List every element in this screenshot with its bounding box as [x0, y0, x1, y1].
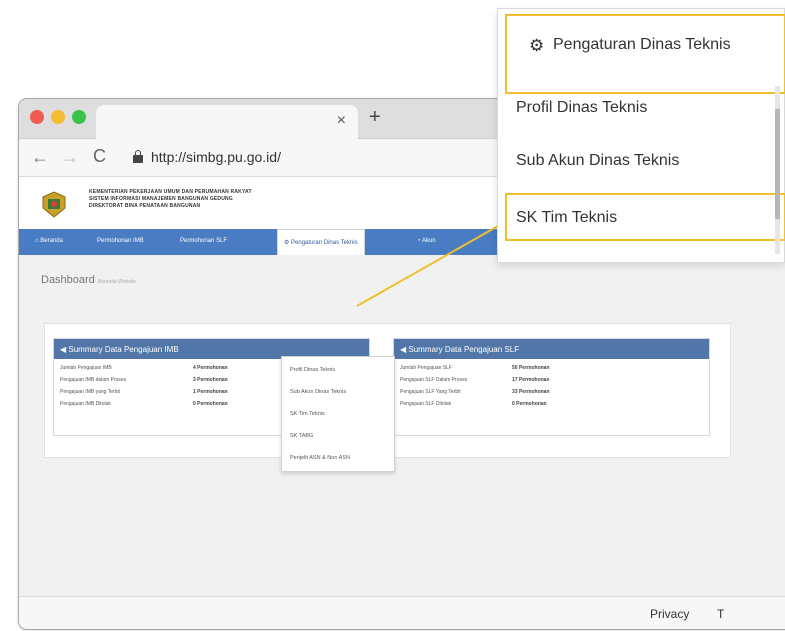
page-title-text: Dashboard	[41, 274, 95, 286]
menu-permohonan-slf[interactable]: Permohonan SLF	[180, 238, 227, 244]
summary-panel-slf-title-text: Summary Data Pengajuan SLF	[408, 345, 520, 354]
summary-panel-slf-title: ◀ Summary Data Pengajuan SLF	[394, 339, 709, 359]
row-label: Pengajuan SLF Dalam Proses	[400, 377, 468, 383]
row-label: Pengajuan IMB yang Terbit	[60, 389, 120, 395]
reload-icon[interactable]: C	[93, 147, 106, 165]
dropdown-item-profil-dinas-teknis[interactable]: Profil Dinas Teknis	[290, 367, 335, 373]
callout-menu-header[interactable]: ⚙ Pengaturan Dinas Teknis	[505, 14, 785, 94]
menu-permohonan-imb[interactable]: Permohonan IMB	[97, 238, 144, 244]
new-tab-button[interactable]: +	[369, 107, 381, 127]
pengaturan-dropdown-menu: Profil Dinas Teknis Sub Akun Dinas Tekni…	[281, 356, 395, 472]
header-line-2: SISTEM INFORMASI MANAJEMEN BANGUNAN GEDU…	[89, 196, 233, 202]
callout-scrollbar-thumb[interactable]	[775, 109, 780, 219]
table-row: Jumlah Pengajuan SLF 50 Permohonan	[400, 365, 700, 375]
callout-item-sk-tim-teknis[interactable]: SK Tim Teknis	[505, 193, 785, 241]
address-bar[interactable]: http://simbg.pu.go.id/	[151, 149, 281, 165]
dropdown-item-penjelit-asn[interactable]: Penjelit ASN & Non ASN	[290, 455, 350, 461]
row-value: 3 Permohonan	[193, 377, 228, 383]
row-value: 1 Permohonan	[193, 389, 228, 395]
row-value: 0 Permohonan	[512, 401, 547, 407]
minimize-window-button[interactable]	[51, 110, 65, 124]
site-header-text: KEMENTERIAN PEKERJAAN UMUM DAN PERUMAHAN…	[89, 189, 252, 210]
summary-panel-imb-title-text: Summary Data Pengajuan IMB	[68, 345, 179, 354]
zoomed-menu-callout: ⚙ Pengaturan Dinas Teknis Profil Dinas T…	[497, 8, 785, 263]
maximize-window-button[interactable]	[72, 110, 86, 124]
row-value: 50 Permohonan	[512, 365, 550, 371]
screenshot-stage: × + ← → C http://simbg.pu.go.id/ KEMENTE…	[0, 0, 785, 631]
callout-header-label: Pengaturan Dinas Teknis	[553, 36, 731, 53]
callout-item-profil-dinas-teknis[interactable]: Profil Dinas Teknis	[516, 99, 647, 117]
row-value: 33 Permohonan	[512, 389, 550, 395]
forward-arrow-icon[interactable]: →	[61, 148, 79, 166]
menu-akun-label: Akun	[421, 238, 436, 244]
table-row: Pengajuan SLF Dalam Proses 17 Permohonan	[400, 377, 700, 387]
row-value: 17 Permohonan	[512, 377, 550, 383]
table-row: Pengajuan SLF Ditolak 0 Permohonan	[400, 401, 700, 411]
terms-link[interactable]: T	[717, 607, 724, 621]
menu-pengaturan-label: Pengaturan Dinas Teknis	[291, 240, 358, 246]
menu-beranda[interactable]: ⌂ Beranda	[35, 238, 63, 244]
page-subtitle: Beranda Website	[97, 279, 137, 285]
row-value: 0 Permohonan	[193, 401, 228, 407]
dropdown-item-sk-tim-teknis[interactable]: SK Tim Teknis	[290, 411, 325, 417]
dropdown-item-sk-tabg[interactable]: SK TABG	[290, 433, 313, 439]
close-window-button[interactable]	[30, 110, 44, 124]
menu-akun[interactable]: ◔ Akun	[417, 238, 436, 244]
tab-close-icon[interactable]: ×	[337, 113, 346, 129]
row-label: Pengajuan SLF Ditolak	[400, 401, 452, 407]
header-line-3: DIREKTORAT BINA PENATAAN BANGUNAN	[89, 203, 201, 209]
row-label: Jumlah Pengajuan SLF	[400, 365, 452, 371]
lock-icon	[133, 150, 143, 163]
callout-item-sub-akun-dinas-teknis[interactable]: Sub Akun Dinas Teknis	[516, 152, 679, 170]
page-title: Dashboard Beranda Website	[41, 274, 136, 286]
menu-pengaturan-dinas-teknis[interactable]: ⚙ Pengaturan Dinas Teknis	[277, 229, 365, 255]
row-value: 4 Permohonan	[193, 365, 228, 371]
back-arrow-icon[interactable]: ←	[31, 148, 49, 166]
ministry-logo-icon	[42, 191, 66, 218]
privacy-link[interactable]: Privacy	[650, 607, 689, 621]
row-label: Pengajuan SLF Yang Terbit	[400, 389, 461, 395]
summary-panel-slf: ◀ Summary Data Pengajuan SLF Jumlah Peng…	[393, 338, 710, 436]
menu-beranda-label: Beranda	[40, 238, 63, 244]
browser-statusbar: Privacy T	[19, 596, 785, 629]
table-row: Pengajuan SLF Yang Terbit 33 Permohonan	[400, 389, 700, 399]
row-label: Pengajuan IMB Ditolak	[60, 401, 111, 407]
row-label: Pengajuan IMB dalam Proses	[60, 377, 127, 383]
gear-icon: ⚙	[529, 36, 545, 55]
header-line-1: KEMENTERIAN PEKERJAAN UMUM DAN PERUMAHAN…	[89, 189, 252, 195]
browser-tab[interactable]: ×	[96, 105, 358, 139]
dropdown-item-sub-akun-dinas-teknis[interactable]: Sub Akun Dinas Teknis	[290, 389, 346, 395]
row-label: Jumlah Pengajuan IMB	[60, 365, 112, 371]
